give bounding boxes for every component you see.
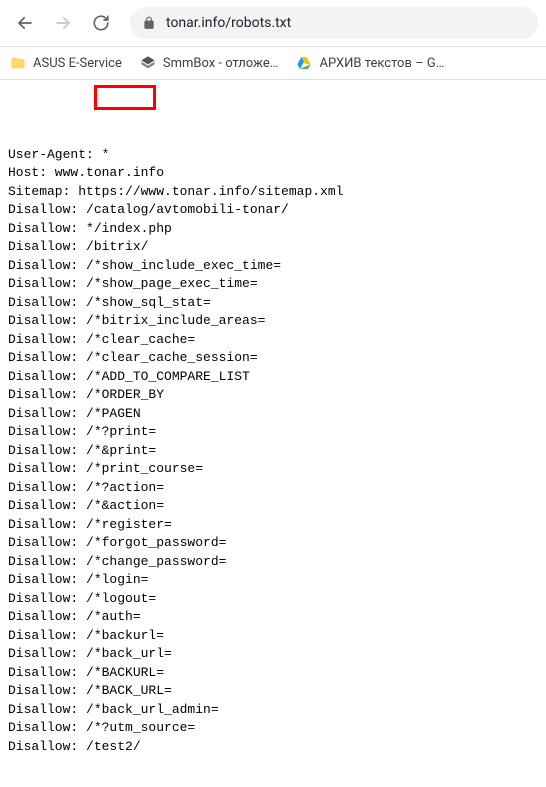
robots-line: Disallow: /*login=	[8, 571, 538, 590]
robots-line: Disallow: /*print_course=	[8, 460, 538, 479]
robots-line: Disallow: /*BACK_URL=	[8, 682, 538, 701]
robots-line: Sitemap: https://www.tonar.info/sitemap.…	[8, 183, 538, 202]
bookmark-asus[interactable]: ASUS E-Service	[10, 55, 122, 71]
robots-line: Disallow: /*PAGEN	[8, 405, 538, 424]
robots-line: Disallow: /*logout=	[8, 590, 538, 609]
robots-line: Disallow: /*register=	[8, 516, 538, 535]
robots-line: Disallow: /*&print=	[8, 442, 538, 461]
robots-line: Disallow: /*ADD_TO_COMPARE_LIST	[8, 368, 538, 387]
robots-txt-content: User-Agent: *Host: www.tonar.infoSitemap…	[0, 80, 546, 787]
robots-line: Disallow: /*?print=	[8, 423, 538, 442]
robots-line: Disallow: /test2/	[8, 738, 538, 757]
robots-line: Disallow: /*show_sql_stat=	[8, 294, 538, 313]
bookmark-label: SmmBox - отложе…	[163, 56, 279, 71]
robots-line: Disallow: /*back_url_admin=	[8, 701, 538, 720]
lock-icon	[142, 16, 156, 30]
robots-line: Disallow: /*?action=	[8, 479, 538, 498]
robots-line: Disallow: /*auth=	[8, 608, 538, 627]
bookmark-label: АРХИВ текстов – G…	[319, 56, 444, 71]
arrow-left-icon	[16, 14, 34, 32]
bookmark-gdrive[interactable]: АРХИВ текстов – G…	[296, 55, 444, 71]
robots-line: Disallow: /*bitrix_include_areas=	[8, 312, 538, 331]
forward-button[interactable]	[46, 6, 80, 40]
robots-line: Disallow: /*ORDER_BY	[8, 386, 538, 405]
url-text: tonar.info/robots.txt	[166, 15, 291, 31]
robots-line: Disallow: /bitrix/	[8, 238, 538, 257]
robots-line: Disallow: /*show_page_exec_time=	[8, 275, 538, 294]
browser-toolbar: tonar.info/robots.txt	[0, 0, 546, 47]
robots-line: Disallow: /*back_url=	[8, 645, 538, 664]
robots-line: Disallow: /*clear_cache=	[8, 331, 538, 350]
bookmark-label: ASUS E-Service	[33, 56, 122, 71]
bookmarks-bar: ASUS E-Service SmmBox - отложе… АРХИВ те…	[0, 47, 546, 80]
robots-line: User-Agent: *	[8, 146, 538, 165]
back-button[interactable]	[8, 6, 42, 40]
folder-icon	[10, 55, 26, 71]
robots-line: Disallow: /*show_include_exec_time=	[8, 257, 538, 276]
gdrive-icon	[296, 55, 312, 71]
reload-button[interactable]	[84, 6, 118, 40]
address-bar[interactable]: tonar.info/robots.txt	[130, 7, 538, 39]
robots-line: Disallow: /*clear_cache_session=	[8, 349, 538, 368]
robots-line: Host: www.tonar.info	[8, 164, 538, 183]
arrow-right-icon	[54, 14, 72, 32]
smmbox-icon	[140, 55, 156, 71]
highlight-box	[94, 85, 156, 110]
robots-line: Disallow: /catalog/avtomobili-tonar/	[8, 201, 538, 220]
robots-line: Disallow: /*?utm_source=	[8, 719, 538, 738]
robots-line: Disallow: /*forgot_password=	[8, 534, 538, 553]
robots-line: Disallow: /*&action=	[8, 497, 538, 516]
reload-icon	[92, 14, 110, 32]
robots-line: Disallow: /*change_password=	[8, 553, 538, 572]
robots-line: Disallow: */index.php	[8, 220, 538, 239]
robots-line: Disallow: /*BACKURL=	[8, 664, 538, 683]
bookmark-smmbox[interactable]: SmmBox - отложе…	[140, 55, 279, 71]
robots-line: Disallow: /*backurl=	[8, 627, 538, 646]
